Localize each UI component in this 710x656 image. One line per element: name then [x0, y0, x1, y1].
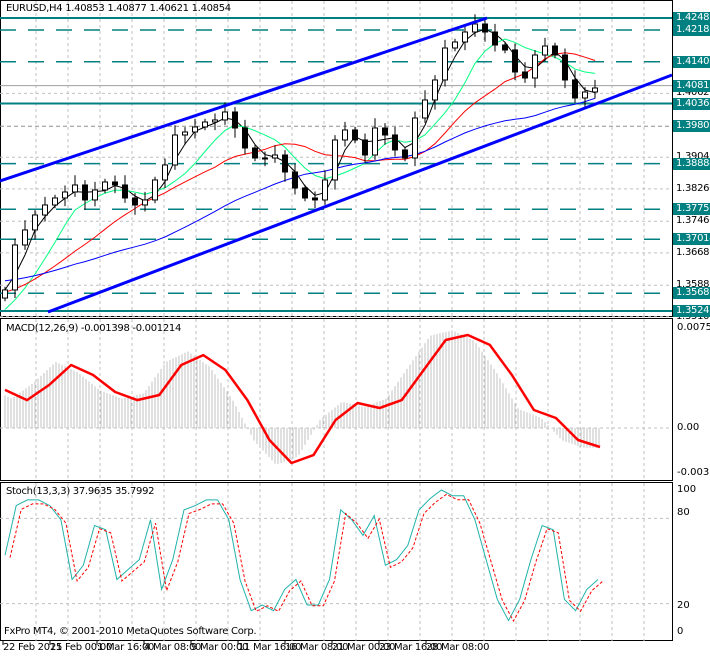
candle-bull — [262, 157, 268, 160]
level-price-tag: 1.40368 — [673, 97, 710, 110]
price-axis-tick: 1.36680 — [676, 246, 710, 258]
stoch-main-line — [4, 489, 599, 622]
candle-bull — [412, 117, 418, 159]
candle-bull — [12, 244, 18, 291]
candle-bull — [202, 121, 208, 128]
candle-bear — [112, 181, 118, 186]
time-axis-label: 28 Mar 08:00 — [426, 642, 490, 653]
candle-bull — [162, 164, 168, 181]
level-price-tag: 1.37756 — [673, 203, 710, 216]
candle-bear — [522, 71, 528, 79]
candle-bull — [442, 47, 448, 81]
candle-bull — [22, 229, 28, 246]
candle-bear — [562, 54, 568, 81]
candle-bear — [292, 171, 298, 189]
stoch-signal-line — [9, 493, 604, 623]
candle-bear — [482, 23, 488, 33]
candle-bear — [242, 127, 248, 149]
mt4-chart-window[interactable]: EURUSD,H4 1.40853 1.40877 1.40621 1.4085… — [0, 0, 710, 656]
candle-bear — [502, 44, 508, 51]
candle-bull — [582, 91, 588, 99]
candle-bear — [352, 129, 358, 141]
level-price-tag: 1.35680 — [673, 287, 710, 300]
stoch-pane — [0, 482, 673, 641]
candle-bull — [452, 41, 458, 49]
candle-bear — [512, 49, 518, 73]
candle-bull — [342, 129, 348, 141]
candle-bull — [2, 289, 8, 299]
candle-bull — [212, 119, 218, 123]
candle-bull — [192, 126, 198, 133]
candle-bull — [42, 204, 48, 216]
candle-bull — [372, 127, 378, 156]
candle-bear — [382, 127, 388, 136]
candle-bear — [232, 111, 238, 129]
candle-bear — [572, 79, 578, 99]
candle-bear — [252, 147, 258, 159]
candle-bear — [82, 184, 88, 201]
stoch-axis-100: 100 — [677, 484, 697, 495]
candle-bull — [152, 179, 158, 201]
candle-bear — [132, 197, 138, 206]
macd-axis-top: 0.00751 — [677, 322, 710, 333]
macd-axis-bottom: -0.00354 — [677, 467, 710, 478]
level-price-tag: 1.42481 — [673, 12, 710, 24]
candle-bear — [312, 197, 318, 201]
candle-bear — [392, 134, 398, 151]
price-axis-tick: 1.37460 — [676, 215, 710, 227]
candle-bull — [462, 31, 468, 43]
stoch-axis-20: 20 — [677, 600, 690, 611]
macd-axis-zero: 0.00 — [677, 422, 700, 433]
candle-bull — [592, 87, 598, 93]
price-axis-tick: 1.38260 — [676, 182, 710, 194]
candle-bull — [172, 134, 178, 166]
candle-bear — [402, 149, 408, 159]
level-price-tag: 1.42186 — [673, 23, 710, 36]
candle-bear — [302, 187, 308, 199]
level-price-tag: 1.38884 — [673, 157, 710, 170]
candle-bull — [102, 181, 108, 191]
level-price-tag: 1.41400 — [673, 55, 710, 68]
level-price-tag: 1.37014 — [673, 233, 710, 246]
candle-bull — [182, 131, 188, 136]
candle-bull — [32, 214, 38, 231]
candle-bear — [362, 139, 368, 156]
candle-bull — [472, 23, 478, 33]
candle-bear — [282, 154, 288, 173]
candle-bear — [122, 184, 128, 199]
ma-slow-line — [4, 52, 596, 293]
candle-bull — [142, 199, 148, 206]
candle-bull — [542, 45, 548, 56]
candle-bear — [552, 45, 558, 56]
candle-bear — [492, 31, 498, 46]
candle-bull — [272, 154, 278, 159]
stoch-axis-80: 80 — [677, 507, 690, 518]
candle-bull — [52, 197, 58, 206]
candle-bull — [332, 139, 338, 181]
ma-fast-line — [4, 28, 596, 291]
candle-bull — [222, 111, 228, 121]
level-price-tag: 1.40810 — [673, 79, 710, 92]
candle-bull — [422, 99, 428, 119]
candle-bull — [432, 79, 438, 101]
candle-bull — [62, 191, 68, 199]
macd-label: MACD(12,26,9) -0.001398 -0.001214 — [6, 323, 182, 334]
symbol-info: EURUSD,H4 1.40853 1.40877 1.40621 1.4085… — [6, 3, 231, 14]
candle-bull — [322, 179, 328, 201]
copyright-text: FxPro MT4, © 2001-2010 MetaQuotes Softwa… — [4, 626, 257, 637]
candle-bull — [92, 189, 98, 201]
stoch-label: Stoch(13,3,3) 37.9635 35.7992 — [6, 486, 155, 497]
level-price-tag: 1.35243 — [673, 304, 710, 317]
candle-bull — [532, 54, 538, 79]
candle-bull — [72, 184, 78, 193]
level-price-tag: 1.39806 — [673, 120, 710, 133]
stoch-axis-0: 0 — [677, 626, 684, 637]
